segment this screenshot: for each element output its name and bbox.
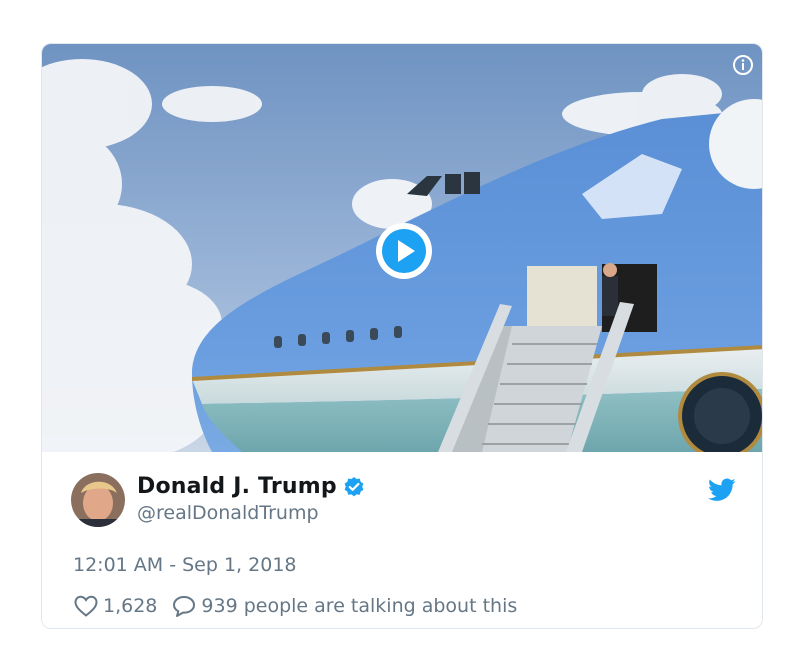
info-circle-icon[interactable] (732, 54, 754, 76)
tweet-video-thumbnail[interactable] (42, 44, 762, 452)
author-block: Donald J. Trump @realDonaldTrump (137, 474, 365, 524)
tweet-timestamp[interactable]: 12:01 AM - Sep 1, 2018 (73, 554, 297, 576)
play-video-button[interactable] (373, 220, 435, 282)
like-button[interactable]: 1,628 (73, 594, 157, 618)
heart-outline-icon (73, 594, 99, 618)
speech-bubble-icon (171, 594, 197, 618)
like-count: 1,628 (103, 595, 158, 617)
embedded-tweet-card[interactable]: Donald J. Trump @realDonaldTrump 12:01 A… (41, 43, 763, 629)
verified-badge-icon (343, 476, 365, 498)
play-circle-icon (376, 223, 432, 279)
tweet-actions: 1,628 939 people are talking about this (73, 594, 517, 618)
profile-photo-icon (71, 473, 125, 527)
conversation-link[interactable]: 939 people are talking about this (171, 594, 517, 618)
conversation-count-text: 939 people are talking about this (201, 595, 518, 617)
author-handle[interactable]: @realDonaldTrump (137, 502, 365, 524)
tweet-footer: Donald J. Trump @realDonaldTrump 12:01 A… (42, 452, 762, 628)
twitter-bird-icon[interactable] (708, 478, 736, 502)
avatar[interactable] (71, 473, 125, 527)
author-display-name[interactable]: Donald J. Trump (137, 474, 337, 499)
